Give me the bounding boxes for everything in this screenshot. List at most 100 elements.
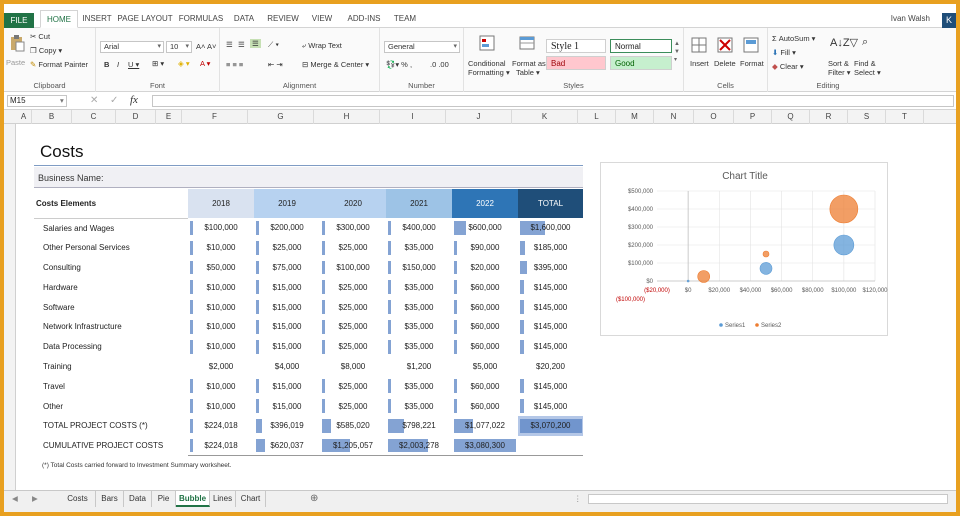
decimal-icon[interactable]: .0 .00 — [430, 60, 449, 69]
cost-cell[interactable]: $100,000 — [320, 258, 386, 278]
header-2019[interactable]: 2019 — [254, 189, 320, 218]
column-header[interactable]: I — [380, 110, 446, 124]
cost-cell[interactable]: $10,000 — [188, 277, 254, 297]
row-label[interactable]: Data Processing — [34, 337, 188, 357]
cost-cell[interactable]: $15,000 — [254, 396, 320, 416]
cost-cell[interactable]: $20,200 — [518, 357, 583, 377]
cost-cell[interactable]: $10,000 — [188, 317, 254, 337]
column-header[interactable]: L — [578, 110, 616, 124]
style-normal-cell[interactable]: Normal — [610, 39, 672, 53]
fill-color-icon[interactable]: ◈ ▾ — [178, 59, 190, 68]
top-align-icon[interactable]: ☰ — [226, 40, 233, 49]
insert-button[interactable]: Insert — [690, 59, 709, 68]
indent-icon[interactable]: ⇤ ⇥ — [268, 60, 283, 69]
column-header[interactable]: P — [734, 110, 772, 124]
styles-scroll-icon[interactable]: ▲ ▼ ▾ — [674, 40, 680, 64]
cost-cell[interactable]: $25,000 — [254, 238, 320, 258]
cost-cell[interactable]: $224,018 — [188, 435, 254, 457]
find-select-button[interactable]: Find & — [854, 59, 876, 68]
sort-filter-button[interactable]: Sort & — [828, 59, 849, 68]
cost-cell[interactable]: $25,000 — [320, 238, 386, 258]
header-2021[interactable]: 2021 — [386, 189, 452, 218]
fill-button[interactable]: ⬇ Fill ▾ — [772, 48, 796, 57]
cost-cell[interactable]: $3,070,200 — [518, 415, 583, 436]
format-cells-icon[interactable] — [742, 36, 760, 54]
cost-cell[interactable]: $1,205,057 — [320, 435, 386, 457]
header-total[interactable]: TOTAL — [518, 189, 583, 218]
cost-cell[interactable]: $145,000 — [518, 396, 583, 416]
column-header[interactable]: C — [72, 110, 116, 124]
tab-team[interactable]: TEAM — [390, 10, 420, 28]
cost-cell[interactable]: $35,000 — [386, 277, 452, 297]
bold-button[interactable]: B — [104, 60, 109, 69]
cost-cell[interactable]: $35,000 — [386, 337, 452, 357]
row-label[interactable]: Travel — [34, 376, 188, 396]
header-costs-elements[interactable]: Costs Elements — [34, 189, 188, 219]
column-header[interactable]: G — [248, 110, 314, 124]
tab-add-ins[interactable]: ADD-INS — [340, 10, 388, 28]
cost-cell[interactable]: $60,000 — [452, 396, 518, 416]
cost-cell[interactable]: $600,000 — [452, 218, 518, 238]
cost-cell[interactable]: $15,000 — [254, 297, 320, 317]
horizontal-scrollbar[interactable] — [588, 494, 948, 504]
row-label[interactable]: Training — [34, 357, 188, 377]
header-2020[interactable]: 2020 — [320, 189, 386, 218]
row-label[interactable]: Salaries and Wages — [34, 218, 188, 238]
cost-cell[interactable]: $50,000 — [188, 258, 254, 278]
bubble-chart[interactable]: Chart Title ($100,000) $0 $100,000 $200,000 $… — [600, 162, 888, 336]
cost-cell[interactable]: $145,000 — [518, 376, 583, 396]
conditional-formatting-button[interactable]: Conditional — [468, 59, 506, 68]
cost-cell[interactable]: $224,018 — [188, 416, 254, 436]
insert-cells-icon[interactable] — [690, 36, 708, 54]
format-as-table-button[interactable]: Format as — [512, 59, 546, 68]
cost-cell[interactable]: $35,000 — [386, 297, 452, 317]
font-size-select[interactable]: 10 — [166, 41, 192, 53]
business-name-row[interactable]: Business Name: — [34, 167, 583, 188]
sheet-tab-bubble[interactable]: Bubble — [176, 491, 210, 507]
column-header[interactable]: R — [810, 110, 848, 124]
row-label[interactable]: Other — [34, 396, 188, 416]
row-label[interactable]: Hardware — [34, 277, 188, 297]
cost-cell[interactable]: $150,000 — [386, 258, 452, 278]
column-header[interactable]: H — [314, 110, 380, 124]
cost-cell[interactable]: $145,000 — [518, 337, 583, 357]
split-handle-icon[interactable]: ⋮ — [574, 494, 582, 503]
tab-home[interactable]: HOME — [40, 10, 78, 28]
cost-cell[interactable]: $4,000 — [254, 357, 320, 377]
name-box-dropdown-icon[interactable]: ▾ — [60, 96, 64, 105]
border-icon[interactable]: ⊞ ▾ — [152, 59, 164, 68]
cost-cell[interactable]: $620,037 — [254, 435, 320, 457]
cost-cell[interactable]: $8,000 — [320, 357, 386, 377]
style-1-cell[interactable]: Style 1 — [546, 39, 606, 53]
user-avatar[interactable]: K — [942, 13, 956, 28]
sort-filter-sub[interactable]: Filter ▾ — [828, 68, 851, 77]
cost-cell[interactable]: $300,000 — [320, 218, 386, 238]
cost-cell[interactable]: $60,000 — [452, 277, 518, 297]
tab-data[interactable]: DATA — [228, 10, 260, 28]
column-header[interactable]: Q — [772, 110, 810, 124]
row-label[interactable]: CUMULATIVE PROJECT COSTS — [34, 436, 188, 456]
format-as-table-icon[interactable] — [518, 34, 536, 52]
insert-function-icon[interactable]: fx — [130, 94, 138, 106]
cost-cell[interactable]: $1,077,022 — [452, 416, 518, 436]
enter-icon[interactable]: ✓ — [110, 95, 118, 106]
tab-page-layout[interactable]: PAGE LAYOUT — [116, 10, 174, 28]
header-2022[interactable]: 2022 — [452, 189, 518, 218]
cost-cell[interactable]: $3,080,300 — [452, 435, 518, 457]
column-header[interactable]: K — [512, 110, 578, 124]
cost-cell[interactable]: $60,000 — [452, 317, 518, 337]
next-sheet-icon[interactable]: ▶ — [32, 494, 38, 503]
cost-cell[interactable]: $10,000 — [188, 238, 254, 258]
column-header[interactable]: B — [32, 110, 72, 124]
column-header[interactable]: F — [182, 110, 248, 124]
conditional-formatting-sub[interactable]: Formatting ▾ — [468, 68, 510, 77]
cost-cell[interactable]: $10,000 — [188, 396, 254, 416]
cost-cell[interactable]: $1,200 — [386, 357, 452, 377]
cost-cell[interactable]: $200,000 — [254, 218, 320, 238]
middle-align-icon[interactable]: ☰ — [238, 40, 245, 49]
wrap-text-button[interactable]: ⤶ Wrap Text — [302, 41, 342, 51]
font-name-select[interactable]: Arial — [100, 41, 164, 53]
cost-cell[interactable]: $60,000 — [452, 376, 518, 396]
cost-cell[interactable]: $20,000 — [452, 258, 518, 278]
sheet-tab-chart[interactable]: Chart — [236, 491, 266, 507]
